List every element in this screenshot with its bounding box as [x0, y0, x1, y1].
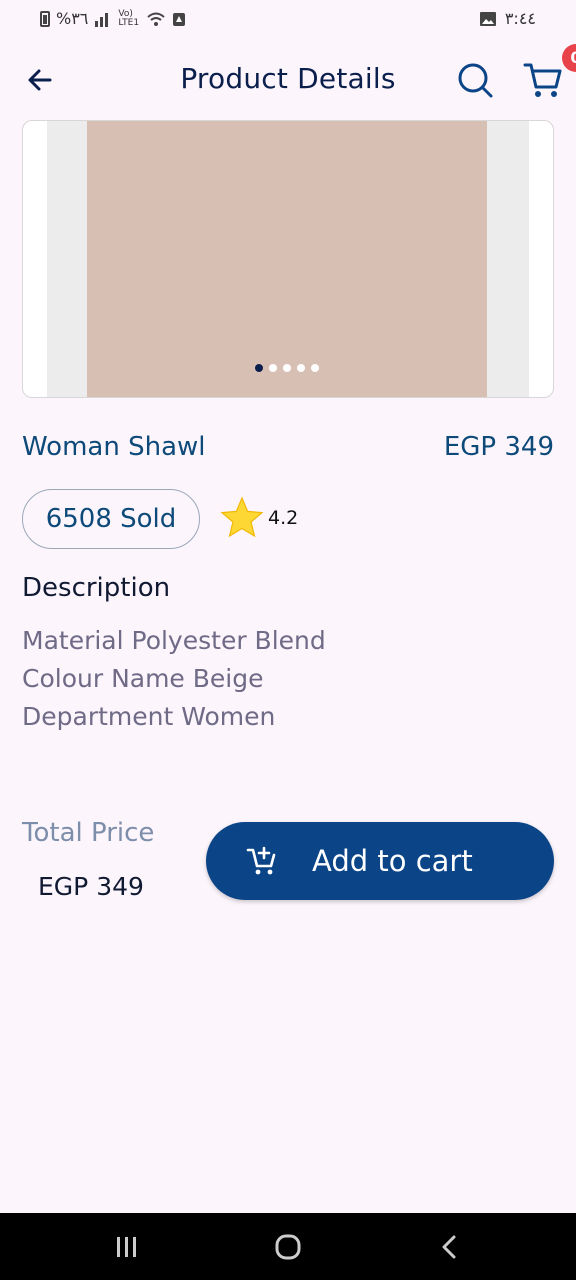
system-nav-bar [0, 1213, 576, 1280]
search-button[interactable] [455, 60, 495, 100]
sold-count: 6508 Sold [45, 504, 177, 534]
description-line: Colour Name Beige [22, 664, 264, 693]
image-icon [479, 11, 496, 26]
image-edge-right [487, 121, 529, 397]
battery-icon [40, 10, 50, 27]
rating-value: 4.2 [268, 507, 299, 529]
product-price: EGP 349 [443, 432, 554, 462]
status-bar-right: ٣:٤٤ [479, 9, 536, 28]
carousel-dot[interactable] [255, 364, 263, 372]
status-bar: %٣٦ Vo) LTE1 ٣:٤٤ [0, 0, 576, 40]
description-title: Description [22, 573, 171, 603]
product-name: Woman Shawl [22, 432, 206, 462]
cart-button[interactable] [522, 60, 564, 100]
recent-apps-button[interactable] [107, 1231, 147, 1263]
carousel-indicator [255, 364, 319, 372]
star-icon [220, 496, 264, 538]
battery-percent: %٣٦ [56, 9, 89, 28]
status-bar-left: %٣٦ Vo) LTE1 [40, 9, 186, 28]
back-nav-button[interactable] [430, 1231, 470, 1263]
cart-plus-icon [246, 846, 276, 875]
search-icon [458, 63, 493, 98]
total-price-value: EGP 349 [38, 872, 144, 901]
add-to-cart-label: Add to cart [312, 844, 473, 878]
carousel-dot[interactable] [311, 364, 319, 372]
carousel-dot[interactable] [283, 364, 291, 372]
product-image [87, 121, 487, 397]
product-image-carousel[interactable] [22, 120, 554, 398]
recent-apps-icon [117, 1237, 136, 1257]
total-price-label: Total Price [22, 818, 155, 848]
add-to-cart-button[interactable]: Add to cart [206, 822, 554, 900]
signal-icon [95, 12, 109, 27]
app-bar: Product Details [0, 48, 576, 112]
recycle-icon [173, 12, 186, 26]
image-edge-left [47, 121, 87, 397]
carousel-dot[interactable] [297, 364, 305, 372]
sold-count-badge: 6508 Sold [22, 489, 200, 549]
network-label: Vo) LTE1 [118, 8, 140, 28]
description-line: Material Polyester Blend [22, 626, 326, 655]
description-line: Department Women [22, 702, 276, 731]
chevron-left-icon [442, 1235, 456, 1259]
cart-icon [523, 63, 562, 97]
home-button[interactable] [268, 1231, 308, 1263]
home-icon [275, 1234, 301, 1260]
wifi-icon [147, 12, 166, 26]
status-time: ٣:٤٤ [504, 9, 536, 28]
carousel-dot[interactable] [269, 364, 277, 372]
rating: 4.2 [220, 496, 298, 540]
description-text: Material Polyester Blend Colour Name Bei… [22, 622, 326, 736]
